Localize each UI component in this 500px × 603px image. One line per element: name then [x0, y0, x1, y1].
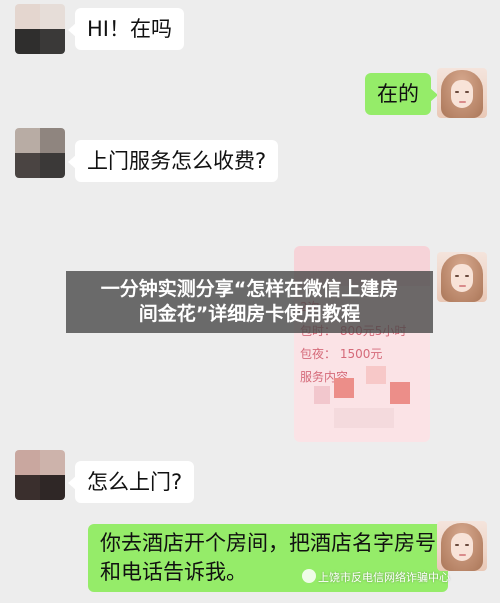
message-text-line1: 你去酒店开个房间，把酒店名字房号	[100, 531, 436, 555]
user-avatar-icon[interactable]	[437, 252, 487, 302]
wechat-logo-icon	[302, 569, 316, 583]
message-text: 在的	[377, 82, 419, 106]
user-avatar-icon[interactable]	[437, 521, 487, 571]
watermark-text: 上饶市反电信网络诈骗中心	[318, 571, 450, 584]
message-bubble-incoming[interactable]: 怎么上门?	[67, 461, 195, 503]
message-text: 上门服务怎么收费?	[87, 149, 267, 173]
user-avatar-icon[interactable]	[437, 68, 487, 118]
message-text: 怎么上门?	[87, 470, 183, 494]
message-bubble-incoming[interactable]: 上门服务怎么收费?	[67, 140, 279, 182]
overlay-title-line2: 间金花”详细房卡使用教程	[138, 303, 361, 325]
message-bubble-incoming[interactable]: HI！在吗	[68, 8, 184, 50]
article-title-overlay: 一分钟实测分享“怎样在微信上建房 间金花”详细房卡使用教程	[66, 271, 433, 333]
contact-avatar-icon[interactable]	[15, 4, 65, 54]
message-bubble-outgoing[interactable]: 在的	[365, 73, 438, 115]
contact-avatar-icon[interactable]	[15, 128, 65, 178]
contact-avatar-icon[interactable]	[15, 450, 65, 500]
price-line-night: 包夜： 1500元	[300, 347, 383, 361]
message-text: HI！在吗	[87, 17, 172, 41]
overlay-title-line1: 一分钟实测分享“怎样在微信上建房	[100, 278, 399, 300]
